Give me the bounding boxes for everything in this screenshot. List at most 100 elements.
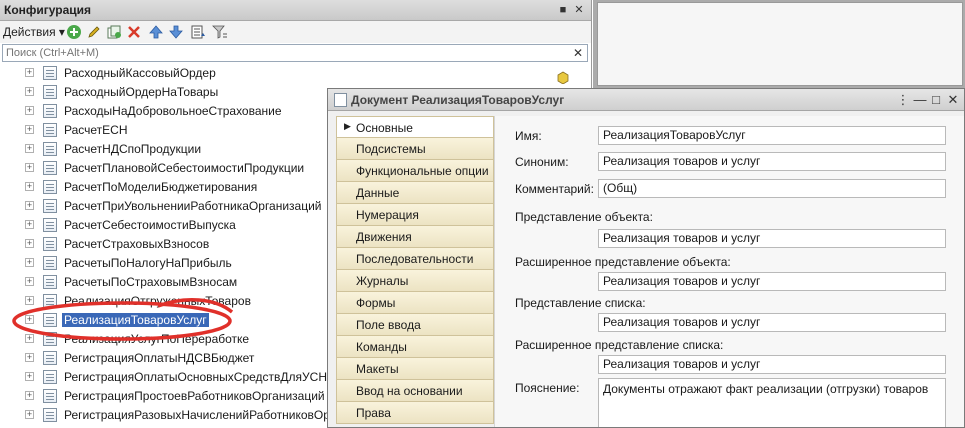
name-field[interactable]: РеализацияТоваровУслуг [598,126,946,145]
expand-icon[interactable]: + [25,410,34,419]
comment-field[interactable]: (Общ) [598,179,946,198]
expand-icon[interactable]: + [25,87,34,96]
nav-item[interactable]: Ввод на основании [336,380,494,402]
tree-item-label: РасчетПлановойСебестоимостиПродукции [64,161,305,175]
actions-menu[interactable]: Действия ▾ [3,25,65,39]
object-repr-label: Представление объекта: [515,210,653,224]
expand-icon[interactable]: + [25,239,34,248]
properties-form: Имя: РеализацияТоваровУслуг Синоним: Реа… [494,116,964,427]
move-up-icon[interactable] [148,24,164,40]
nav-item[interactable]: Движения [336,226,494,248]
nav-item[interactable]: Последовательности [336,248,494,270]
filter-icon[interactable] [212,24,228,40]
synonym-field[interactable]: Реализация товаров и услуг [598,152,946,171]
tree-item-label: РегистрацияПростоевРаботниковОрганизаций [64,389,325,403]
expand-icon[interactable]: + [25,277,34,286]
document-icon [43,370,57,384]
ext-object-repr-field[interactable]: Реализация товаров и услуг [598,272,946,291]
tree-item-label: РасходыНаДобровольноеСтрахование [64,104,282,118]
delete-icon[interactable] [126,24,142,40]
nav-item[interactable]: Данные [336,182,494,204]
expand-icon[interactable]: + [25,315,34,324]
expand-icon[interactable]: + [25,258,34,267]
nav-item[interactable]: Поле ввода [336,314,494,336]
nav-item-label: Формы [356,296,396,310]
document-icon [43,180,57,194]
expand-icon[interactable]: + [25,125,34,134]
nav-item-label: Журналы [356,274,409,288]
close-window-icon[interactable]: ✕ [945,92,961,108]
minimize-icon[interactable]: — [912,92,928,108]
close-icon[interactable]: ✕ [572,3,586,17]
nav-item[interactable]: Подсистемы [336,138,494,160]
document-icon [43,199,57,213]
list-repr-label: Представление списка: [515,296,646,310]
more-icon[interactable]: ⋮ [895,92,911,108]
expand-icon[interactable]: + [25,353,34,362]
expand-icon[interactable]: + [25,68,34,77]
nav-item[interactable]: Нумерация [336,204,494,226]
config-title: Конфигурация [4,3,92,17]
nav-item[interactable]: Макеты [336,358,494,380]
document-icon [43,104,57,118]
expand-icon[interactable]: + [25,201,34,210]
nav-item[interactable]: Команды [336,336,494,358]
nav-item-label: Функциональные опции [356,164,489,178]
document-icon [43,313,57,327]
doc-title: Документ РеализацияТоваровУслуг [351,93,565,107]
nav-item-label: Данные [356,186,400,200]
expand-icon[interactable]: + [25,296,34,305]
expand-icon[interactable]: + [25,106,34,115]
tree-item-label: РасходныйКассовыйОрдер [64,66,216,80]
object-repr-field[interactable]: Реализация товаров и услуг [598,229,946,248]
nav-item-label: Подсистемы [356,142,426,156]
expand-icon[interactable]: + [25,372,34,381]
tree-item-label: РасходныйОрдерНаТовары [64,85,219,99]
move-down-icon[interactable] [168,24,184,40]
config-toolbar: Действия ▾ [0,21,591,43]
tree-item-label: РеализацияОтгруженныхТоваров [64,294,251,308]
search-input[interactable] [3,45,571,61]
maximize-icon[interactable]: □ [928,92,944,108]
tree-item-label: РасчетыПоСтраховымВзносам [64,275,238,289]
pin-icon[interactable]: ■ [556,3,570,17]
expand-icon[interactable]: + [25,334,34,343]
nav-item-label: Последовательности [356,252,474,266]
background-window [597,2,963,86]
tree-item-label: РасчетСтраховыхВзносов [64,237,210,251]
nav-item[interactable]: Функциональные опции [336,160,494,182]
nav-item[interactable]: ▶ Основные [336,116,494,138]
ext-list-repr-field[interactable]: Реализация товаров и услуг [598,355,946,374]
expand-icon[interactable]: + [25,144,34,153]
actions-label: Действия [3,25,56,39]
nav-item[interactable]: Права [336,402,494,424]
search-box: ✕ [2,44,588,62]
list-repr-field[interactable]: Реализация товаров и услуг [598,313,946,332]
expand-icon[interactable]: + [25,163,34,172]
expand-icon[interactable]: + [25,220,34,229]
tree-item-label: РасчетСебестоимостиВыпуска [64,218,236,232]
tree-item[interactable]: + РасходныйКассовыйОрдер [0,64,591,83]
add-icon[interactable] [66,24,82,40]
explanation-label: Пояснение: [515,381,580,395]
synonym-label: Синоним: [515,155,569,169]
document-icon [43,294,57,308]
nav-item[interactable]: Журналы [336,270,494,292]
explanation-field[interactable]: Документы отражают факт реализации (отгр… [598,378,946,427]
search-clear-icon[interactable]: ✕ [571,46,585,60]
tree-item-label: РасчетПоМоделиБюджетирования [64,180,258,194]
edit-icon[interactable] [86,24,102,40]
copy-icon[interactable] [106,24,122,40]
expand-icon[interactable]: + [25,182,34,191]
document-properties-window: Документ РеализацияТоваровУслуг ⋮ — □ ✕ … [327,88,965,428]
nav-item[interactable]: Формы [336,292,494,314]
tree-item-label: РасчетЕСН [64,123,128,137]
nav-item-label: Поле ввода [356,318,421,332]
expand-icon[interactable]: + [25,391,34,400]
tree-item-label: РегистрацияОплатыОсновныхСредствДляУСН [64,370,327,384]
name-label: Имя: [515,129,542,143]
document-icon [43,351,57,365]
sort-icon[interactable] [190,24,206,40]
document-icon [43,275,57,289]
document-icon [43,256,57,270]
